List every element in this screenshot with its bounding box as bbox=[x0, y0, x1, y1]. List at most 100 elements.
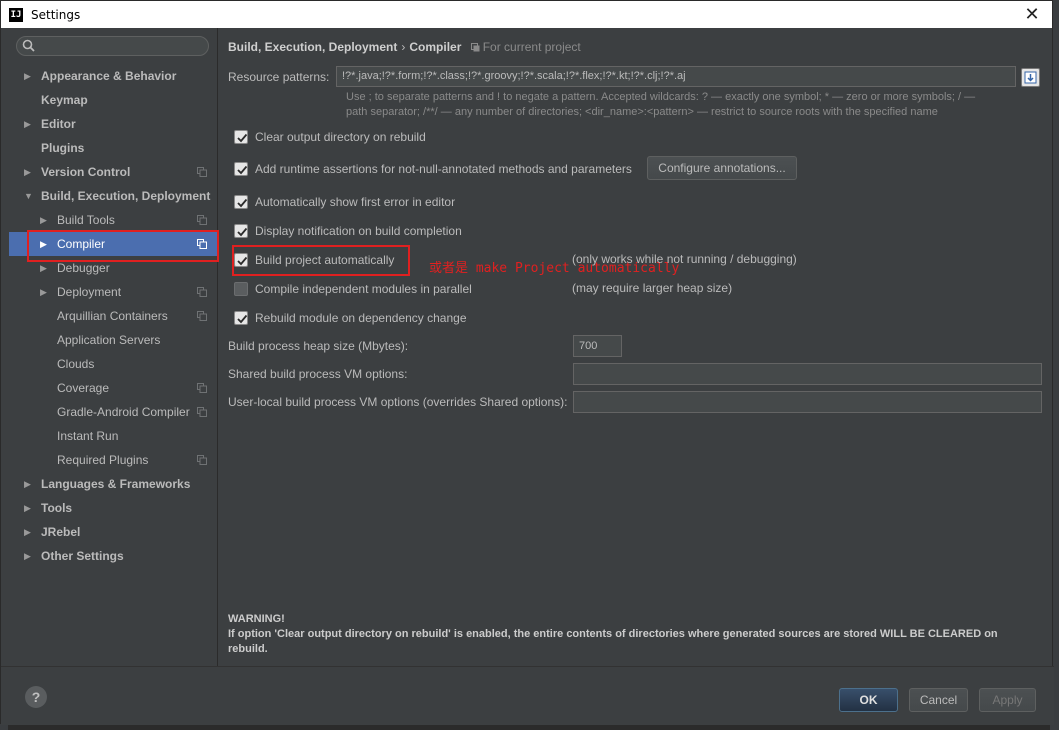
sidebar-item-label: Build, Execution, Deployment bbox=[41, 189, 211, 203]
resource-patterns-field[interactable]: !?*.java;!?*.form;!?*.class;!?*.groovy;!… bbox=[336, 66, 1016, 87]
heap-size-field[interactable]: 700 bbox=[573, 335, 622, 357]
sidebar-item-application-servers[interactable]: Application Servers bbox=[9, 328, 217, 352]
rebuild-dependency-checkbox[interactable]: Rebuild module on dependency change bbox=[234, 308, 467, 328]
resource-patterns-hint: Use ; to separate patterns and ! to nega… bbox=[346, 90, 1046, 120]
breadcrumb-page: Compiler bbox=[409, 40, 462, 54]
sidebar-item-label: Appearance & Behavior bbox=[41, 69, 177, 83]
checkbox-box[interactable] bbox=[234, 311, 248, 325]
user-vm-label: User-local build process VM options (ove… bbox=[228, 395, 568, 409]
rebuild-dependency-label: Rebuild module on dependency change bbox=[255, 311, 467, 325]
expand-right-icon[interactable]: ▶ bbox=[40, 280, 47, 304]
sidebar-item-editor[interactable]: ▶ Editor bbox=[9, 112, 217, 136]
expand-right-icon[interactable]: ▶ bbox=[24, 472, 31, 496]
sidebar-item-label: Application Servers bbox=[57, 333, 161, 347]
checkbox-box[interactable] bbox=[234, 282, 248, 296]
sidebar-item-label: Languages & Frameworks bbox=[41, 477, 191, 491]
expand-right-icon[interactable]: ▶ bbox=[24, 112, 31, 136]
project-level-icon bbox=[197, 407, 207, 417]
sidebar-item-label: Plugins bbox=[41, 141, 85, 155]
ok-button[interactable]: OK bbox=[839, 688, 898, 712]
warning-text: If option 'Clear output directory on reb… bbox=[228, 628, 998, 655]
expand-right-icon[interactable]: ▶ bbox=[24, 496, 31, 520]
search-input[interactable] bbox=[16, 36, 209, 56]
breadcrumb-separator: › bbox=[401, 40, 406, 54]
sidebar-item-gradle-android-compiler[interactable]: Gradle-Android Compiler bbox=[9, 400, 217, 424]
checkmark-icon bbox=[237, 314, 248, 324]
sidebar-item-label: Editor bbox=[41, 117, 76, 131]
expand-field-button[interactable] bbox=[1021, 68, 1040, 87]
sidebar-item-version-control[interactable]: ▶ Version Control bbox=[9, 160, 217, 184]
search-icon bbox=[22, 39, 35, 52]
expand-right-icon[interactable]: ▶ bbox=[24, 520, 31, 544]
expand-icon bbox=[1024, 71, 1037, 84]
expand-right-icon[interactable]: ▶ bbox=[24, 544, 31, 568]
clear-output-checkbox[interactable]: Clear output directory on rebuild bbox=[234, 127, 426, 147]
compiler-highlight-box bbox=[27, 230, 219, 262]
checkmark-icon bbox=[237, 198, 248, 208]
compiler-settings-panel: Build, Execution, Deployment › Compiler Fo… bbox=[219, 28, 1053, 666]
close-icon[interactable]: ✕ bbox=[1022, 4, 1042, 24]
sidebar-item-label: Instant Run bbox=[57, 429, 119, 443]
intellij-app-icon: IJ bbox=[9, 7, 23, 22]
compile-parallel-checkbox[interactable]: Compile independent modules in parallel bbox=[234, 279, 472, 299]
checkbox-box[interactable] bbox=[234, 162, 248, 176]
sidebar-item-clouds[interactable]: Clouds bbox=[9, 352, 217, 376]
warning-title: WARNING! bbox=[228, 613, 285, 625]
sidebar-item-instant-run[interactable]: Instant Run bbox=[9, 424, 217, 448]
sidebar-item-deployment[interactable]: ▶ Deployment bbox=[9, 280, 217, 304]
sidebar-item-tools[interactable]: ▶ Tools bbox=[9, 496, 217, 520]
build-automatically-note: (only works while not running / debuggin… bbox=[572, 252, 797, 266]
sidebar-item-keymap[interactable]: Keymap bbox=[9, 88, 217, 112]
sidebar-item-build-execution-deployment[interactable]: ▼ Build, Execution, Deployment bbox=[9, 184, 217, 208]
project-scope-note: For current project bbox=[470, 40, 581, 54]
show-first-error-checkbox[interactable]: Automatically show first error in editor bbox=[234, 192, 455, 212]
user-vm-field[interactable] bbox=[573, 391, 1042, 413]
sidebar-item-label: Deployment bbox=[57, 285, 122, 299]
sidebar-item-plugins[interactable]: Plugins bbox=[9, 136, 217, 160]
sidebar-item-languages-frameworks[interactable]: ▶ Languages & Frameworks bbox=[9, 472, 217, 496]
configure-annotations-button[interactable]: Configure annotations... bbox=[647, 156, 797, 180]
sidebar-item-coverage[interactable]: Coverage bbox=[9, 376, 217, 400]
project-level-icon bbox=[197, 167, 207, 177]
expand-right-icon[interactable]: ▶ bbox=[24, 160, 31, 184]
sidebar-item-label: JRebel bbox=[41, 525, 81, 539]
sidebar-item-label: Keymap bbox=[41, 93, 88, 107]
help-icon[interactable]: ? bbox=[25, 686, 47, 708]
hint-line-1: Use ; to separate patterns and ! to nega… bbox=[346, 91, 976, 103]
checkbox-box[interactable] bbox=[234, 195, 248, 209]
expand-right-icon[interactable]: ▶ bbox=[40, 208, 47, 232]
clear-output-label: Clear output directory on rebuild bbox=[255, 130, 426, 144]
checkbox-box[interactable] bbox=[234, 130, 248, 144]
compile-parallel-note: (may require larger heap size) bbox=[572, 281, 733, 295]
warning-message: WARNING! If option 'Clear output directo… bbox=[228, 612, 1038, 657]
expand-right-icon[interactable]: ▶ bbox=[24, 64, 31, 88]
sidebar-item-arquillian-containers[interactable]: Arquillian Containers bbox=[9, 304, 217, 328]
breadcrumb: Build, Execution, Deployment › Compiler Fo… bbox=[228, 40, 581, 54]
project-level-icon bbox=[197, 455, 207, 465]
checkmark-icon bbox=[237, 227, 248, 237]
display-notification-checkbox[interactable]: Display notification on build completion bbox=[234, 221, 462, 241]
sidebar-item-label: Arquillian Containers bbox=[57, 309, 168, 323]
project-level-icon bbox=[197, 383, 207, 393]
hint-line-2: path separator; /**/ — any number of dir… bbox=[346, 106, 938, 118]
runtime-assertions-checkbox[interactable]: Add runtime assertions for not-null-anno… bbox=[234, 159, 632, 179]
checkmark-icon bbox=[237, 133, 248, 143]
display-notification-label: Display notification on build completion bbox=[255, 224, 462, 238]
sidebar-item-build-tools[interactable]: ▶ Build Tools bbox=[9, 208, 217, 232]
sidebar-item-label: Other Settings bbox=[41, 549, 124, 563]
checkbox-box[interactable] bbox=[234, 224, 248, 238]
sidebar-item-label: Coverage bbox=[57, 381, 110, 395]
expand-down-icon[interactable]: ▼ bbox=[24, 184, 33, 208]
compile-parallel-label: Compile independent modules in parallel bbox=[255, 282, 472, 296]
apply-button[interactable]: Apply bbox=[979, 688, 1036, 712]
project-level-icon bbox=[197, 311, 207, 321]
sidebar-item-required-plugins[interactable]: Required Plugins bbox=[9, 448, 217, 472]
sidebar-item-other-settings[interactable]: ▶ Other Settings bbox=[9, 544, 217, 568]
cancel-button[interactable]: Cancel bbox=[909, 688, 968, 712]
breadcrumb-section[interactable]: Build, Execution, Deployment bbox=[228, 40, 397, 54]
settings-dialog: IJ Settings ✕ ▶ Appearance & Behavior Keym… bbox=[0, 0, 1054, 725]
shared-vm-field[interactable] bbox=[573, 363, 1042, 385]
sidebar-item-appearance-behavior[interactable]: ▶ Appearance & Behavior bbox=[9, 64, 217, 88]
sidebar-item-jrebel[interactable]: ▶ JRebel bbox=[9, 520, 217, 544]
settings-tree: ▶ Appearance & Behavior Keymap ▶ Editor Plugi… bbox=[9, 64, 217, 568]
